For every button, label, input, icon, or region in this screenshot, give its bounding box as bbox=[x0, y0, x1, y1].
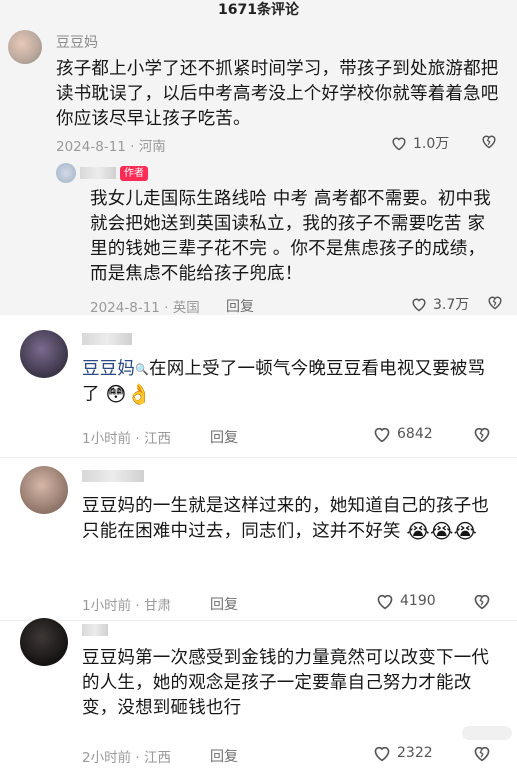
search-icon[interactable]: 🔍 bbox=[135, 363, 149, 376]
comment-text: 豆豆妈🔍在网上受了一顿气今晚豆豆看电视又要被骂了 😳👌 bbox=[82, 357, 497, 408]
meta-separator: · bbox=[135, 431, 140, 447]
comment-count-header: 1671条评论 bbox=[218, 2, 299, 18]
like-button[interactable]: 2322 bbox=[372, 744, 433, 762]
broken-heart-icon bbox=[474, 746, 490, 762]
like-count: 4190 bbox=[400, 593, 436, 609]
meta-separator: · bbox=[164, 300, 169, 316]
comment-username[interactable]: 豆豆妈 bbox=[56, 32, 98, 52]
comment-time: 2小时前 bbox=[82, 750, 132, 766]
author-avatar[interactable] bbox=[56, 163, 76, 183]
reply-button[interactable]: 回复 bbox=[210, 746, 238, 766]
dislike-button[interactable] bbox=[472, 592, 492, 614]
comment-username[interactable] bbox=[82, 624, 108, 636]
avatar[interactable] bbox=[20, 330, 68, 378]
author-badge: 作者 bbox=[120, 166, 148, 181]
comment-text: 孩子都上小学了还不抓紧时间学习，带孩子到处旅游都把读书耽误了，以后中考高考没上个… bbox=[56, 59, 499, 129]
comment-meta: 1小时前 · 江西 bbox=[82, 427, 171, 447]
like-button[interactable]: 3.7万 bbox=[410, 294, 469, 314]
like-count: 3.7万 bbox=[433, 297, 470, 313]
reply-location: 英国 bbox=[172, 300, 200, 316]
comment-text: 豆豆妈的一生就是这样过来的，她知道自己的孩子也只能在困难中过去，同志们，这并不好… bbox=[82, 494, 492, 545]
watermark bbox=[462, 726, 512, 740]
like-count: 2322 bbox=[397, 745, 433, 761]
comment-meta: 2024-8-11 · 河南 bbox=[56, 135, 166, 155]
comment-username[interactable] bbox=[82, 470, 144, 482]
emoji-group: 😳👌 bbox=[105, 382, 152, 406]
meta-separator: · bbox=[130, 139, 135, 155]
reply-text: 我女儿走国际生路线哈 中考 高考都不需要。初中我就会把她送到英国读私立，我的孩子… bbox=[90, 189, 491, 284]
avatar[interactable] bbox=[20, 618, 68, 666]
like-button[interactable]: 1.0万 bbox=[390, 133, 449, 153]
reply-date: 2024-8-11 bbox=[90, 300, 160, 316]
comment-divider bbox=[0, 620, 517, 621]
avatar[interactable] bbox=[20, 466, 68, 514]
heart-outline-icon bbox=[374, 746, 390, 762]
comment-location: 河南 bbox=[138, 139, 166, 155]
comment-location: 江西 bbox=[143, 431, 171, 447]
avatar[interactable] bbox=[8, 30, 42, 64]
reply-button[interactable]: 回复 bbox=[210, 427, 238, 447]
comment-time: 1小时前 bbox=[82, 598, 132, 614]
dislike-button[interactable] bbox=[480, 133, 498, 153]
broken-heart-icon bbox=[474, 594, 490, 610]
comment-username[interactable] bbox=[82, 333, 132, 345]
dislike-button[interactable] bbox=[472, 744, 492, 766]
heart-outline-icon bbox=[377, 594, 393, 610]
comment-time: 1小时前 bbox=[82, 431, 132, 447]
comment-location: 甘肃 bbox=[143, 598, 171, 614]
like-count: 1.0万 bbox=[413, 136, 450, 152]
like-button[interactable]: 6842 bbox=[372, 425, 433, 443]
broken-heart-icon bbox=[474, 427, 490, 443]
reply-button[interactable]: 回复 bbox=[226, 296, 254, 316]
comment-divider bbox=[0, 457, 517, 458]
comment-meta: 2小时前 · 江西 bbox=[82, 746, 171, 766]
meta-separator: · bbox=[135, 750, 140, 766]
heart-outline-icon bbox=[392, 137, 406, 151]
comment-date: 2024-8-11 bbox=[56, 139, 126, 155]
broken-heart-icon bbox=[482, 135, 496, 149]
comment-text: 豆豆妈第一次感受到金钱的力量竟然可以改变下一代的人生，她的观念是孩子一定要靠自己… bbox=[82, 648, 490, 718]
reply-button[interactable]: 回复 bbox=[210, 594, 238, 614]
author-username[interactable] bbox=[80, 167, 116, 179]
meta-separator: · bbox=[135, 598, 140, 614]
reply-meta: 2024-8-11 · 英国 bbox=[90, 296, 200, 316]
heart-outline-icon bbox=[374, 427, 390, 443]
comment-meta: 1小时前 · 甘肃 bbox=[82, 594, 171, 614]
dislike-button[interactable] bbox=[472, 425, 492, 447]
dislike-button[interactable] bbox=[486, 294, 504, 314]
mention-link[interactable]: 豆豆妈 bbox=[82, 359, 135, 379]
broken-heart-icon bbox=[488, 296, 502, 310]
emoji-group: 😭😭😭 bbox=[406, 519, 478, 543]
like-count: 6842 bbox=[397, 426, 433, 442]
like-button[interactable]: 4190 bbox=[375, 592, 436, 610]
heart-outline-icon bbox=[412, 298, 426, 312]
comment-location: 江西 bbox=[143, 750, 171, 766]
